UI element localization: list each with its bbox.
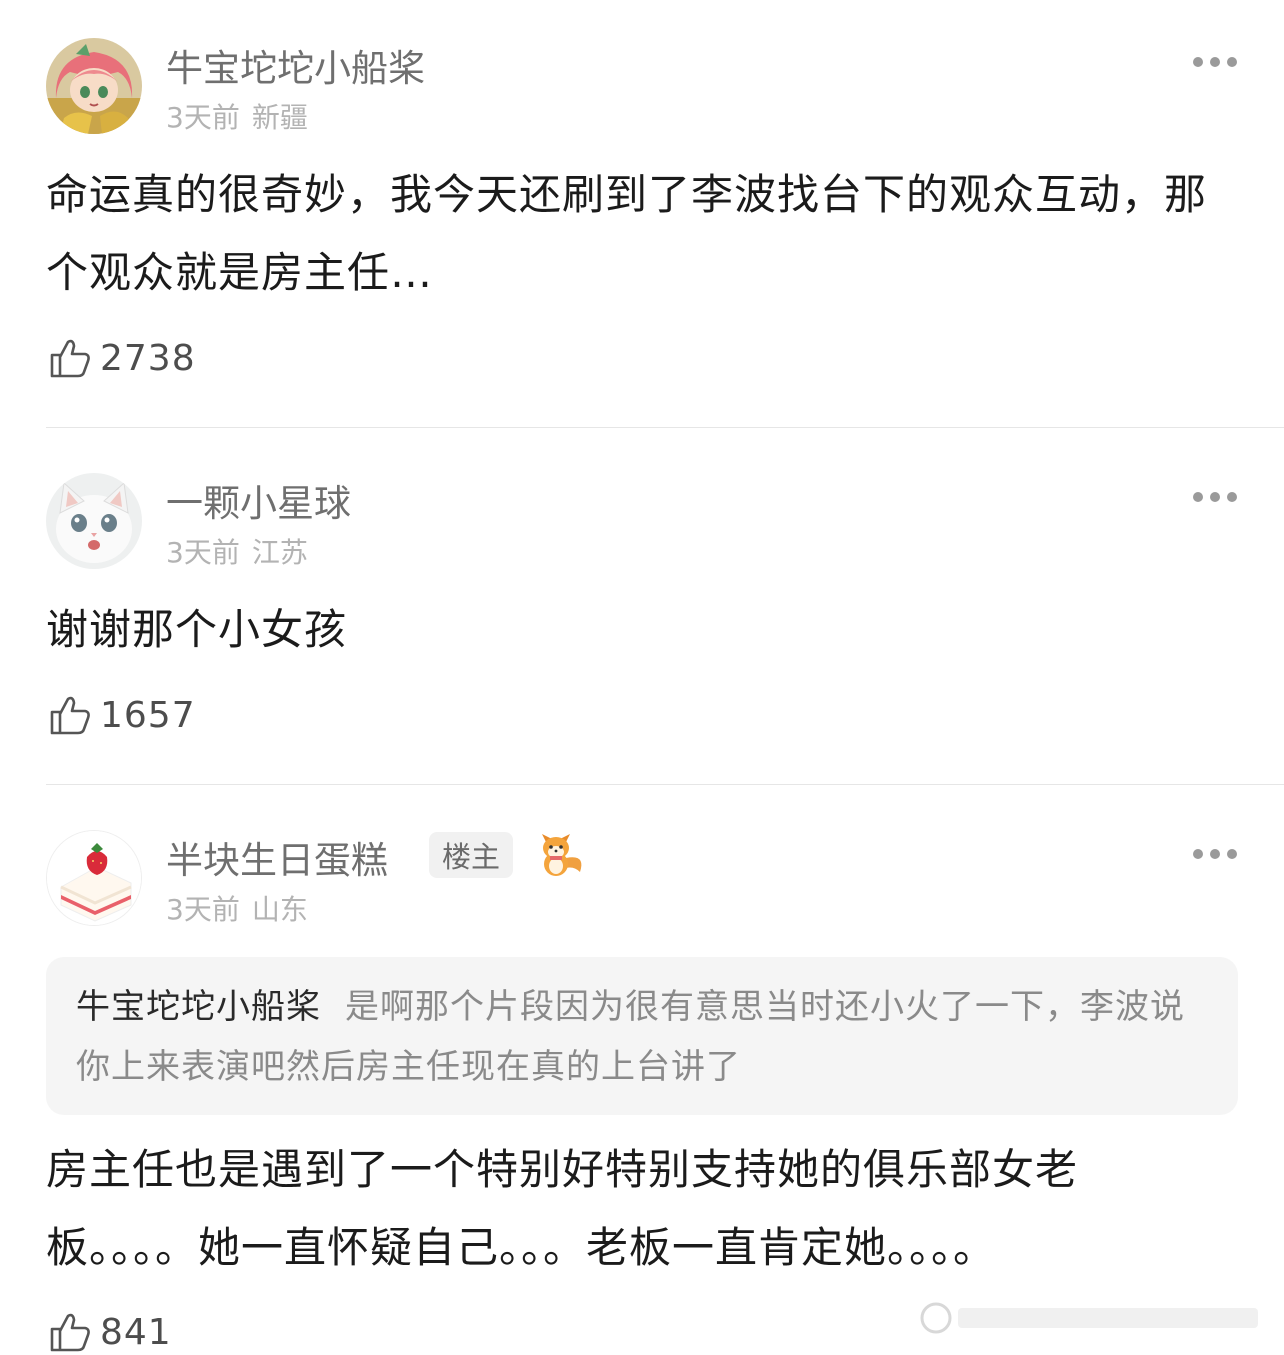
like-count: 2738 (100, 337, 196, 379)
comment-text: 谢谢那个小女孩 (46, 605, 348, 654)
thumbs-up-icon (50, 696, 90, 735)
op-badge: 楼主 (429, 832, 513, 878)
comment-meta: 3天前 江苏 (166, 531, 308, 571)
comment-location: 新疆 (251, 101, 308, 134)
white-cat-avatar[interactable] (46, 473, 142, 569)
thumbs-up-icon (50, 339, 90, 378)
comment-time: 3天前 (166, 101, 240, 134)
comment-text: 房主任也是遇到了一个特别好特别支持她的俱乐部女老板。。。。她一直怀疑自己。。。老… (46, 1145, 1079, 1272)
comment-author[interactable]: 一颗小星球 (166, 473, 351, 527)
fox-sticker-icon (530, 824, 586, 880)
quoted-author[interactable]: 牛宝坨坨小船桨 (76, 987, 321, 1027)
more-dots-icon[interactable] (1193, 848, 1237, 860)
like-button[interactable]: 2738 (48, 335, 196, 381)
comment-text: 命运真的很奇妙，我今天还刷到了李波找台下的观众互动，那个观众就是房主任… (46, 170, 1208, 297)
comment-author[interactable]: 半块生日蛋糕 (166, 830, 388, 884)
quoted-reply-content: 牛宝坨坨小船桨 是啊那个片段因为很有意思当时还小火了一下，李波说你上来表演吧然后房… (76, 977, 1206, 1097)
more-dots-icon[interactable] (1193, 56, 1237, 68)
comment-author[interactable]: 牛宝坨坨小船桨 (166, 38, 425, 92)
strawberry-cake-avatar[interactable] (46, 830, 142, 926)
like-button[interactable]: 841 (48, 1309, 172, 1355)
divider (46, 784, 1284, 785)
like-count: 841 (100, 1311, 172, 1353)
more-dots-icon[interactable] (1193, 491, 1237, 503)
comment-meta: 3天前 山东 (166, 888, 308, 928)
comment-location: 山东 (251, 893, 308, 926)
comment-time: 3天前 (166, 536, 240, 569)
anime-girl-avatar[interactable] (46, 38, 142, 134)
comment-time: 3天前 (166, 893, 240, 926)
thumbs-up-icon (50, 1313, 90, 1352)
like-button[interactable]: 1657 (48, 692, 196, 738)
quoted-reply[interactable]: 牛宝坨坨小船桨 是啊那个片段因为很有意思当时还小火了一下，李波说你上来表演吧然后房… (46, 957, 1238, 1115)
like-count: 1657 (100, 694, 196, 736)
comment-item: 牛宝坨坨小船桨 3天前 新疆 命运真的很奇妙，我今天还刷到了李波找台下的观众互动，… (0, 0, 1284, 428)
comment-location: 江苏 (251, 536, 308, 569)
watermark (918, 1298, 1274, 1336)
comment-meta: 3天前 新疆 (166, 96, 308, 136)
comment-item: 一颗小星球 3天前 江苏 谢谢那个小女孩 1657 (0, 428, 1284, 785)
